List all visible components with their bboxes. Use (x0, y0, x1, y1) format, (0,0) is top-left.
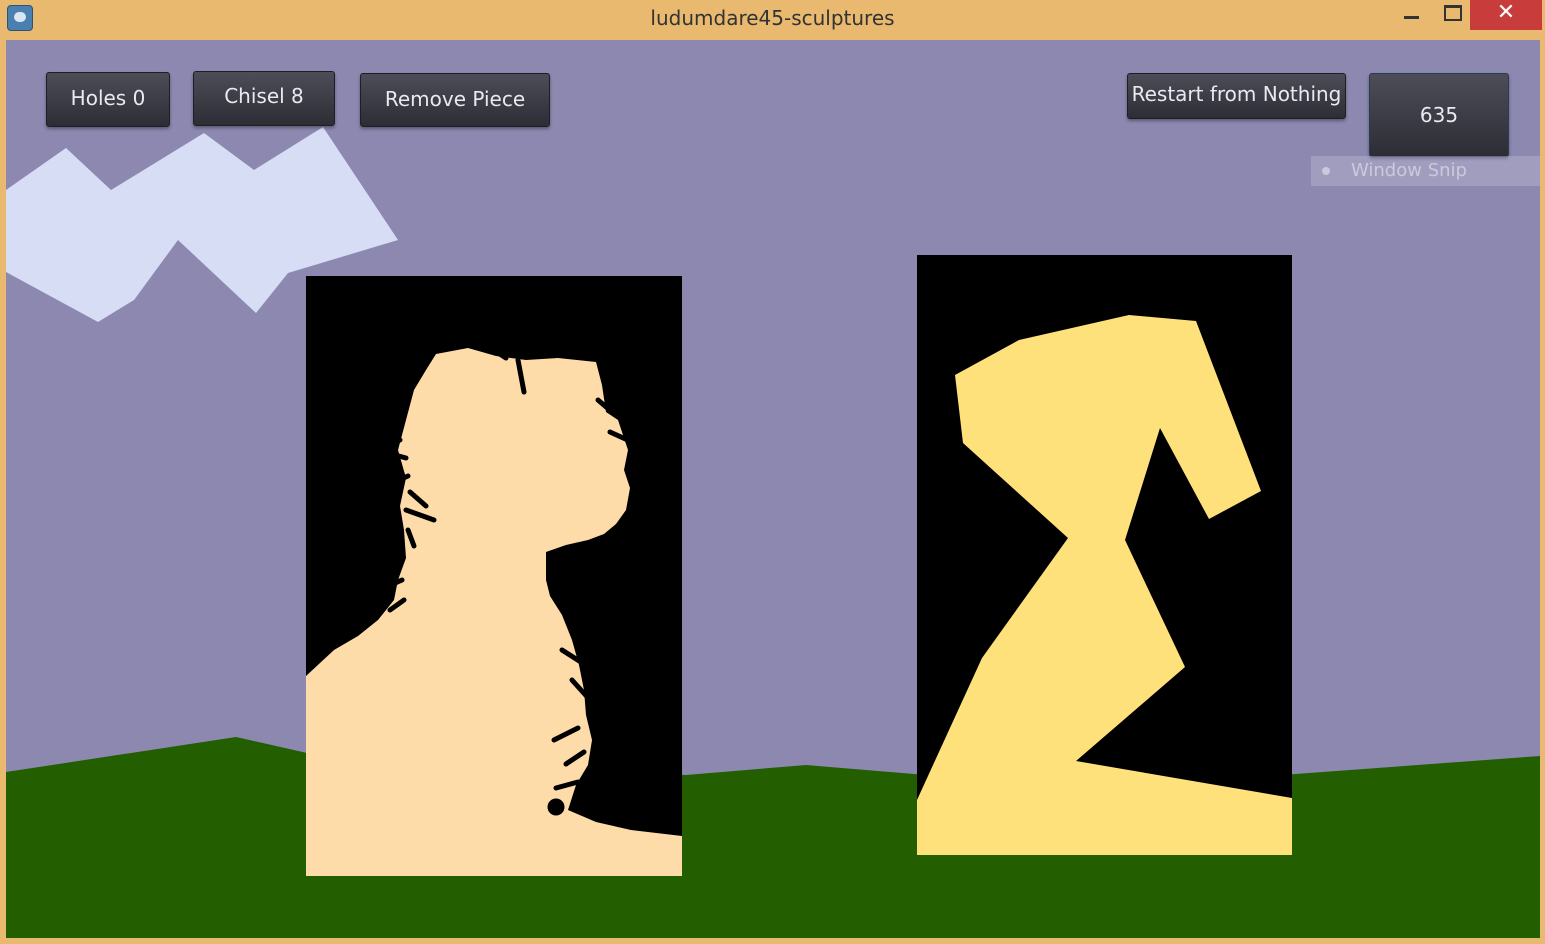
right-sculpture[interactable] (917, 255, 1292, 855)
ground (6, 737, 1540, 938)
game-window: ludumdare45-sculptures ✕ Holes 0 Chisel … (0, 0, 1545, 944)
game-viewport[interactable]: Holes 0 Chisel 8 Remove Piece Restart fr… (6, 40, 1540, 938)
scene (6, 127, 1540, 938)
left-sculpture[interactable] (306, 276, 682, 876)
title-bar[interactable]: ludumdare45-sculptures ✕ (0, 0, 1545, 38)
snip-dot-icon (1322, 167, 1330, 175)
close-icon[interactable]: ✕ (1470, 0, 1542, 30)
window-snip-overlay[interactable]: Window Snip (1311, 156, 1540, 186)
restart-button[interactable]: Restart from Nothing (1127, 73, 1346, 119)
chisel-counter-button[interactable]: Chisel 8 (193, 71, 335, 126)
remove-piece-button[interactable]: Remove Piece (360, 73, 550, 127)
minimize-icon[interactable] (1388, 0, 1434, 30)
holes-counter-button[interactable]: Holes 0 (46, 72, 170, 127)
window-title: ludumdare45-sculptures (650, 6, 895, 30)
window-snip-label: Window Snip (1351, 160, 1467, 181)
score-display: 635 (1369, 73, 1509, 157)
